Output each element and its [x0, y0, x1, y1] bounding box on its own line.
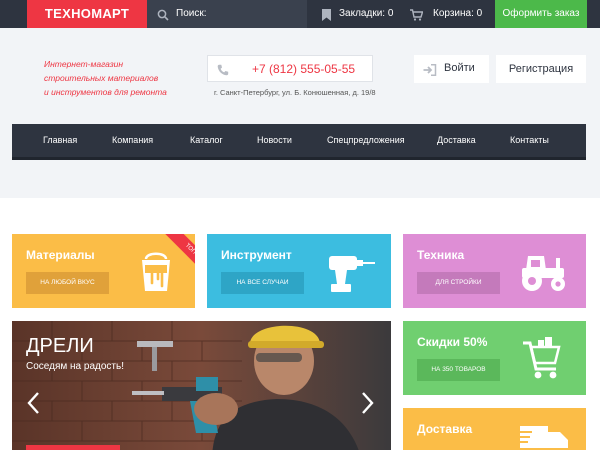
promo-tile-sale[interactable]: Скидки 50% НА 350 ТОВАРОВ [403, 321, 586, 395]
tile-button[interactable]: НА ЛЮБОЙ ВКУС [26, 272, 109, 294]
tile-button[interactable]: НА ВСЕ СЛУЧАИ [221, 272, 304, 294]
login-button[interactable]: Войти [414, 55, 489, 83]
slider-headline: ДРЕЛИ [26, 335, 94, 357]
tagline-line: Интернет-магазин [44, 59, 124, 69]
search-box[interactable]: Поиск: [147, 0, 307, 28]
nav-item-home[interactable]: Главная [43, 135, 77, 145]
nav-item-catalog[interactable]: Каталог [190, 135, 223, 145]
cart-count: Корзина: 0 [433, 8, 483, 19]
nav-item-company[interactable]: Компания [112, 135, 153, 145]
logo[interactable]: ТЕХНОМАРТ [27, 0, 147, 30]
phone-number: +7 (812) 555-05-55 [252, 62, 356, 76]
chevron-right-icon[interactable] [361, 391, 375, 420]
tile-title: Материалы [26, 248, 95, 262]
tagline-line: и инструментов для ремонта [44, 87, 167, 97]
tile-title: Инструмент [221, 248, 292, 262]
login-icon [423, 63, 437, 81]
slider-subheadline: Соседям на радость! [26, 361, 124, 372]
tractor-icon [518, 252, 570, 297]
tile-title: Скидки 50% [417, 335, 488, 349]
tile-title: Техника [417, 248, 465, 262]
store-address: г. Санкт-Петербург, ул. Б. Конюшенная, д… [214, 88, 376, 97]
nav-item-contacts[interactable]: Контакты [510, 135, 549, 145]
top-bar: ТЕХНОМАРТ Поиск: Закладки: 0 Корзина: 0 … [0, 0, 600, 30]
promo-tile-delivery[interactable]: Доставка [403, 408, 586, 450]
category-tile-materials[interactable]: Материалы НА ЛЮБОЙ ВКУС ТОП [12, 234, 195, 308]
checkout-button[interactable]: Оформить заказ [495, 0, 587, 28]
tile-button[interactable]: НА 350 ТОВАРОВ [417, 359, 500, 381]
phone-icon [217, 63, 229, 81]
phone-box[interactable]: +7 (812) 555-05-55 [207, 55, 373, 82]
slider-cta-button[interactable] [26, 445, 120, 450]
tagline-line: строительных материалов [44, 73, 159, 83]
paint-bucket-icon [138, 250, 174, 299]
search-label: Поиск: [176, 8, 207, 19]
cart-icon [410, 8, 424, 26]
shopping-cart-icon [521, 335, 561, 386]
tagline: Интернет-магазин строительных материалов… [44, 57, 184, 99]
nav-item-news[interactable]: Новости [257, 135, 292, 145]
nav-item-delivery[interactable]: Доставка [437, 135, 476, 145]
cart-link[interactable]: Корзина: 0 [410, 0, 483, 28]
drill-icon [325, 250, 377, 299]
tile-title: Доставка [417, 422, 473, 436]
bookmarks-link[interactable]: Закладки: 0 [320, 0, 394, 28]
login-label: Войти [444, 62, 475, 74]
header: Интернет-магазин строительных материалов… [0, 28, 600, 198]
tile-button[interactable]: ДЛЯ СТРОЙКИ [417, 272, 500, 294]
category-tile-machinery[interactable]: Техника ДЛЯ СТРОЙКИ [403, 234, 586, 308]
register-button[interactable]: Регистрация [496, 55, 586, 83]
truck-icon [518, 426, 570, 450]
bookmarks-count: Закладки: 0 [339, 8, 394, 19]
search-icon [157, 8, 169, 26]
chevron-left-icon[interactable] [26, 391, 40, 420]
bookmark-icon [322, 8, 331, 26]
hero-slider[interactable]: ДРЕЛИ Соседям на радость! [12, 321, 391, 450]
main-nav: Главная Компания Каталог Новости Спецпре… [12, 124, 586, 160]
nav-item-specials[interactable]: Спецпредложения [327, 135, 405, 145]
category-tile-tools[interactable]: Инструмент НА ВСЕ СЛУЧАИ [207, 234, 391, 308]
